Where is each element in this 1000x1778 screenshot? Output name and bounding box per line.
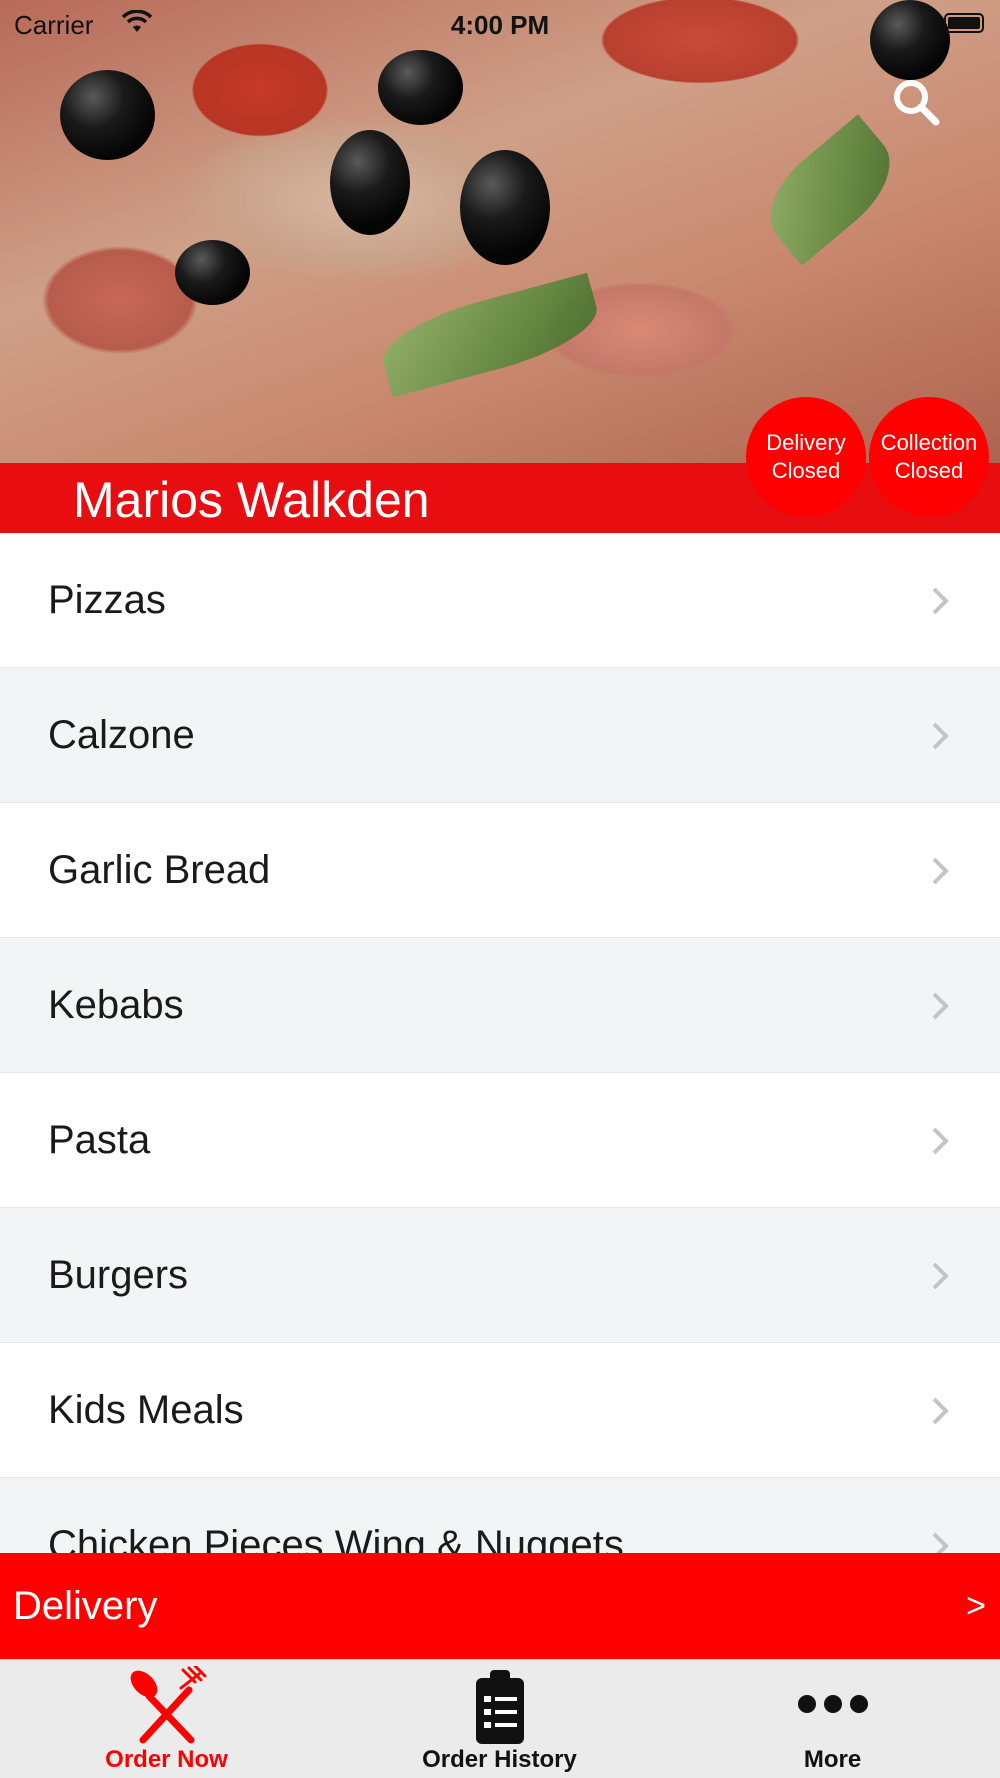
chevron-right-icon	[932, 857, 949, 885]
delivery-status-badge: Delivery Closed	[746, 397, 866, 517]
tab-order-now[interactable]: Order Now	[0, 1660, 333, 1778]
olive-decoration	[60, 70, 155, 160]
search-button[interactable]	[890, 76, 942, 128]
menu-item-garlic-bread[interactable]: Garlic Bread	[0, 803, 1000, 938]
menu-item-pizzas[interactable]: Pizzas	[0, 533, 1000, 668]
chevron-right-icon	[932, 1127, 949, 1155]
restaurant-name: Marios Walkden	[73, 472, 430, 528]
menu-item-label: Kids Meals	[48, 1388, 244, 1432]
menu-item-chicken[interactable]: Chicken Pieces Wing & Nuggets	[0, 1478, 1000, 1553]
tab-order-history[interactable]: Order History	[333, 1660, 666, 1778]
olive-decoration	[460, 150, 550, 265]
chevron-right-icon	[932, 1532, 949, 1553]
basil-decoration	[750, 114, 910, 266]
menu-item-label: Calzone	[48, 713, 195, 757]
collection-status-value: Closed	[894, 458, 964, 483]
chevron-right-icon	[932, 587, 949, 615]
basil-decoration	[374, 272, 606, 398]
collection-status-label: Collection	[880, 430, 978, 455]
order-mode-label: Delivery	[13, 1584, 158, 1628]
tab-label: More	[803, 1746, 862, 1773]
search-icon	[894, 80, 940, 126]
olive-decoration	[175, 240, 250, 305]
tab-more[interactable]: More	[666, 1660, 999, 1778]
tab-label: Order History	[422, 1746, 577, 1773]
tab-bar: Order Now Order History More	[0, 1659, 1000, 1778]
menu-item-label: Garlic Bread	[48, 848, 271, 892]
menu-item-burgers[interactable]: Burgers	[0, 1208, 1000, 1343]
menu-item-label: Pizzas	[48, 578, 166, 622]
menu-item-kids-meals[interactable]: Kids Meals	[0, 1343, 1000, 1478]
order-mode-arrow: >	[966, 1587, 986, 1625]
menu-category-list[interactable]: Pizzas Calzone Garlic Bread Kebabs Pasta…	[0, 533, 1000, 1553]
olive-decoration	[330, 130, 410, 235]
menu-item-pasta[interactable]: Pasta	[0, 1073, 1000, 1208]
order-mode-bar[interactable]: Delivery >	[0, 1553, 1000, 1659]
battery-icon	[944, 13, 984, 33]
more-dots-icon	[797, 1695, 868, 1713]
menu-item-label: Burgers	[48, 1253, 189, 1297]
menu-item-calzone[interactable]: Calzone	[0, 668, 1000, 803]
chevron-right-icon	[932, 992, 949, 1020]
collection-status-badge: Collection Closed	[869, 397, 989, 517]
clipboard-list-icon	[475, 1670, 524, 1744]
tab-label: Order Now	[105, 1746, 228, 1773]
menu-item-label: Chicken Pieces Wing & Nuggets	[48, 1523, 624, 1553]
olive-decoration	[378, 50, 463, 125]
chevron-right-icon	[932, 1262, 949, 1290]
menu-item-kebabs[interactable]: Kebabs	[0, 938, 1000, 1073]
menu-item-label: Pasta	[48, 1118, 151, 1162]
delivery-status-value: Closed	[771, 458, 841, 483]
status-time: 4:00 PM	[450, 10, 550, 40]
chevron-right-icon	[932, 722, 949, 750]
status-bar: Carrier 4:00 PM	[0, 0, 1000, 50]
delivery-status-label: Delivery	[766, 430, 846, 455]
chevron-right-icon	[932, 1397, 949, 1425]
menu-item-label: Kebabs	[48, 983, 184, 1027]
fork-knife-icon	[130, 1666, 206, 1744]
